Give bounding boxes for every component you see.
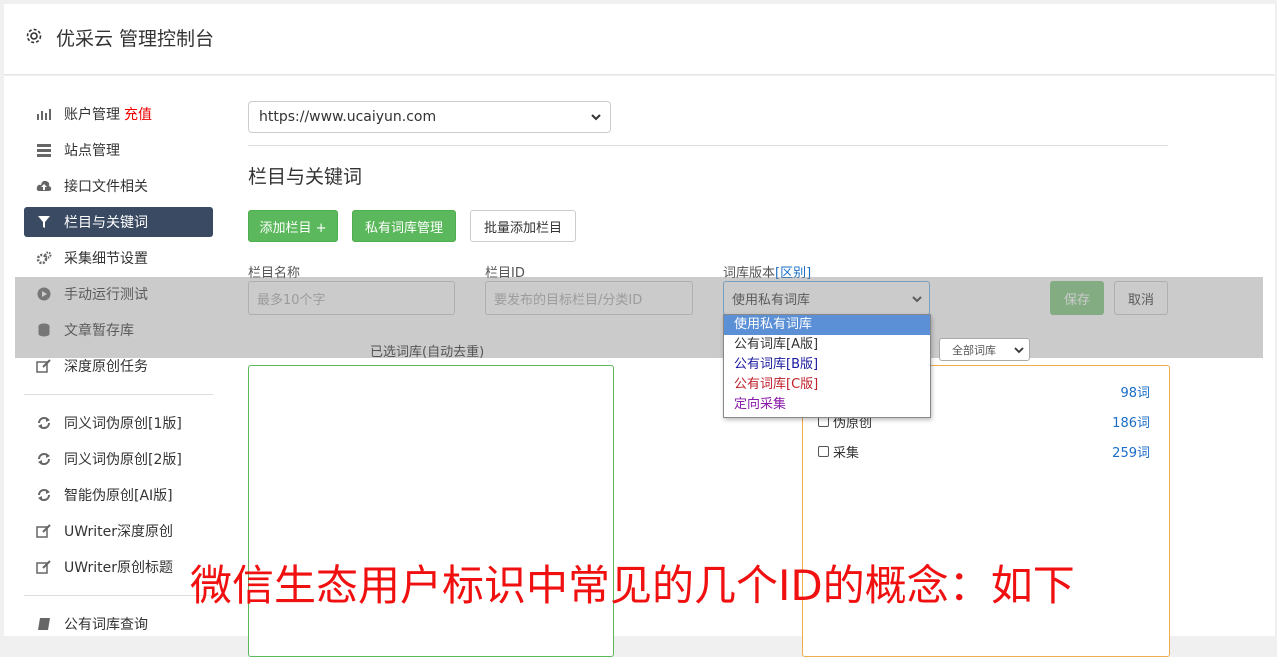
add-column-button[interactable]: 添加栏目 +: [248, 210, 338, 242]
sidebar-item-label: UWriter深度原创: [64, 524, 173, 540]
sidebar-item-synonym-2[interactable]: 同义词伪原创[2版]: [24, 444, 213, 474]
chevron-down-icon: [590, 111, 602, 127]
refresh-icon: [36, 415, 52, 431]
lib-row[interactable]: 采集 259词: [818, 440, 1150, 462]
top-bar: 优采云 管理控制台: [4, 4, 1275, 75]
edit-icon: [36, 559, 52, 575]
gear-icon: [24, 26, 44, 46]
selected-libs-caption: 已选词库(自动去重): [370, 345, 485, 360]
refresh-icon: [36, 487, 52, 503]
sidebar-item-sites[interactable]: 站点管理: [24, 135, 213, 165]
selected-libs-panel[interactable]: [248, 365, 614, 657]
dropdown-option[interactable]: 公有词库[A版]: [724, 335, 930, 355]
dropdown-option[interactable]: 公有词库[C版]: [724, 375, 930, 395]
sidebar-item-account[interactable]: 账户管理 充值: [24, 99, 213, 129]
chevron-down-icon: [1014, 345, 1024, 358]
lib-filter-select[interactable]: 全部词库: [939, 338, 1030, 361]
sidebar-item-label: 同义词伪原创[1版]: [64, 416, 182, 432]
sidebar-divider: [24, 394, 213, 395]
lib-count: 98词: [1120, 385, 1150, 401]
lib-checkbox[interactable]: [818, 445, 829, 457]
dropdown-option[interactable]: 使用私有词库: [724, 315, 930, 335]
sidebar-item-uwriter-title[interactable]: UWriter原创标题: [24, 552, 213, 582]
sidebar-item-label: 栏目与关键词: [64, 215, 148, 231]
page-title: 栏目与关键词: [248, 166, 363, 188]
server-icon: [36, 142, 52, 158]
sidebar-item-interface[interactable]: 接口文件相关: [24, 171, 213, 201]
refresh-icon: [36, 451, 52, 467]
sidebar-item-label: 站点管理: [64, 143, 120, 159]
sidebar-item-label: 采集细节设置: [64, 251, 148, 267]
lib-count: 186词: [1112, 415, 1150, 431]
sidebar-divider: [24, 595, 213, 596]
filter-icon: [36, 214, 52, 230]
sidebar-item-label: 账户管理: [64, 107, 120, 123]
sidebar-item-synonym-1[interactable]: 同义词伪原创[1版]: [24, 408, 213, 438]
lib-version-dropdown[interactable]: 使用私有词库 公有词库[A版] 公有词库[B版] 公有词库[C版] 定向采集: [723, 314, 931, 418]
edit-icon: [36, 523, 52, 539]
sidebar-item-ai-rewrite[interactable]: 智能伪原创[AI版]: [24, 480, 213, 510]
site-select-value: https://www.ucaiyun.com: [259, 109, 437, 125]
lib-count: 259词: [1112, 445, 1150, 461]
book-icon: [36, 616, 52, 632]
sidebar-item-label: UWriter原创标题: [64, 560, 173, 576]
cogs-icon: [36, 250, 52, 266]
bar-chart-icon: [36, 106, 52, 122]
site-select[interactable]: https://www.ucaiyun.com: [248, 101, 611, 133]
lib-label: 采集: [833, 445, 860, 461]
dropdown-option[interactable]: 公有词库[B版]: [724, 355, 930, 375]
sidebar-item-collect-settings[interactable]: 采集细节设置: [24, 243, 213, 273]
app-title: 优采云 管理控制台: [56, 28, 215, 50]
recharge-link[interactable]: 充值: [124, 104, 152, 124]
sidebar-item-label: 公有词库查询: [64, 617, 148, 633]
edit-icon: [36, 358, 52, 374]
dropdown-option[interactable]: 定向采集: [724, 395, 930, 415]
sidebar-item-label: 智能伪原创[AI版]: [64, 488, 173, 504]
sidebar-item-uwriter-deep[interactable]: UWriter深度原创: [24, 516, 213, 546]
sidebar-item-label: 深度原创任务: [64, 359, 148, 375]
sidebar-item-label: 同义词伪原创[2版]: [64, 452, 182, 468]
batch-add-button[interactable]: 批量添加栏目: [470, 210, 576, 242]
sidebar-item-label: 接口文件相关: [64, 179, 148, 195]
main-panel: 账户管理 充值 站点管理 接口文件相关 栏目与关键词 采集细节设置 手动运行测试…: [4, 76, 1275, 657]
sidebar-item-columns[interactable]: 栏目与关键词: [24, 207, 213, 237]
divider: [248, 145, 1168, 146]
gray-overlay: [15, 277, 1263, 358]
cloud-upload-icon: [36, 178, 52, 194]
watermark-text: 微信生态用户标识中常见的几个ID的概念：如下: [190, 561, 1075, 610]
sidebar-item-public-lib[interactable]: 公有词库查询: [24, 609, 213, 639]
private-lib-button[interactable]: 私有词库管理: [352, 210, 456, 242]
lib-filter-value: 全部词库: [952, 343, 996, 357]
